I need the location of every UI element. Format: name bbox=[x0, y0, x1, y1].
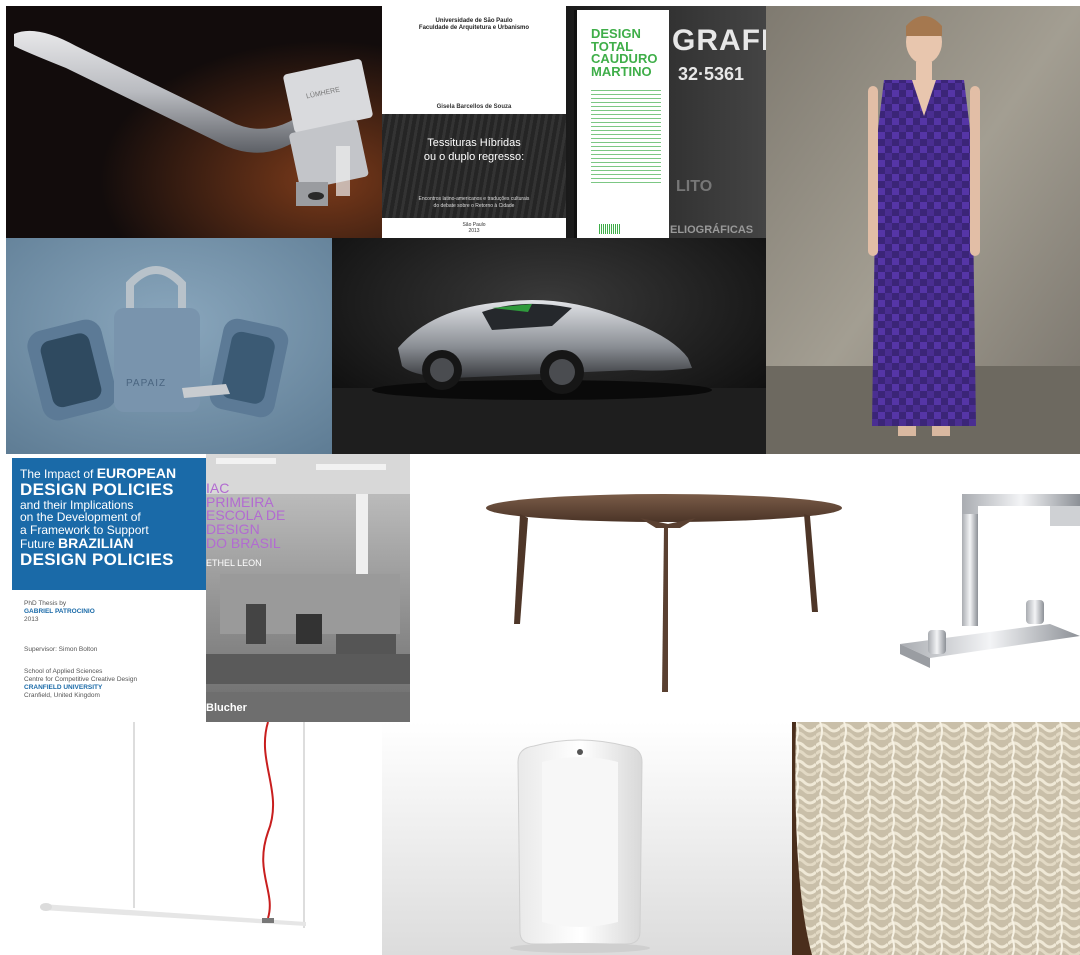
thesis-cover: The Impact of EUROPEAN DESIGN POLICIES a… bbox=[6, 454, 206, 722]
padlock-photo: PAPAIZ bbox=[6, 238, 332, 454]
thesis-school-block: School of Applied Sciences Centre for Co… bbox=[24, 668, 138, 700]
car-image bbox=[332, 238, 766, 454]
concept-car-photo bbox=[332, 238, 766, 454]
book-cover-iac: IAC PRIMEIRA ESCOLA DE DESIGN DO BRASIL … bbox=[206, 454, 410, 722]
iac-publisher: Blucher bbox=[206, 702, 247, 714]
book-author: Gisela Barcellos de Souza bbox=[436, 104, 512, 110]
iac-author: ETHEL LEON bbox=[206, 558, 262, 568]
book-title: Tessituras Híbridas ou o duplo regresso: bbox=[423, 137, 525, 164]
book-cover-tessituras: Universidade de São Paulo Faculdade de A… bbox=[382, 6, 566, 238]
poster-text-1: GRAFIA bbox=[672, 24, 766, 57]
faucet-image bbox=[900, 494, 1080, 668]
faucet-photo bbox=[850, 454, 1080, 722]
textured-rug-photo bbox=[792, 722, 1080, 955]
poster-text-4: ELIOGRÁFICAS bbox=[670, 224, 754, 236]
poster-text-3: LITO bbox=[676, 178, 713, 195]
purifier-image bbox=[382, 722, 792, 955]
book-imprint: São Paulo 2013 bbox=[462, 222, 486, 234]
purple-dress-photo bbox=[766, 6, 1080, 454]
thesis-supervisor: Supervisor: Simon Bolton bbox=[24, 646, 98, 653]
air-purifier-photo bbox=[382, 722, 792, 955]
iac-title: IAC PRIMEIRA ESCOLA DE DESIGN DO BRASIL bbox=[206, 480, 286, 551]
table-image bbox=[486, 494, 842, 692]
padlock-image bbox=[6, 238, 332, 454]
book-title-block: DESIGN TOTAL CAUDURO MARTINO bbox=[591, 26, 658, 80]
door-handle-image bbox=[6, 6, 382, 238]
book-cover-design-total: GRAFIA 32·5361 LITO ELIOGRÁFICAS DESIGN … bbox=[566, 6, 766, 238]
thesis-author-block: PhD Thesis by GABRIEL PATROCINIO 2013 bbox=[24, 600, 95, 624]
book-green-cover: DESIGN TOTAL CAUDURO MARTINO bbox=[574, 10, 669, 238]
padlock-brand-label: PAPAIZ bbox=[126, 378, 167, 389]
thesis-title: The Impact of EUROPEAN DESIGN POLICIES a… bbox=[20, 465, 177, 569]
pendant-lamp-photo bbox=[6, 722, 382, 955]
dress-image bbox=[766, 6, 1080, 454]
lamp-image bbox=[40, 722, 306, 928]
door-handle-photo: LÜMHERE bbox=[6, 6, 382, 238]
poster-text-2: 32·5361 bbox=[678, 64, 745, 84]
book-institution: Universidade de São Paulo Faculdade de A… bbox=[418, 18, 530, 32]
book-barcode bbox=[599, 224, 621, 234]
rug-image bbox=[792, 722, 1080, 955]
book-body-text bbox=[591, 90, 661, 186]
wooden-table-photo bbox=[410, 454, 850, 722]
book-subtitle: Encontros latino-americanos e traduções … bbox=[418, 196, 530, 209]
